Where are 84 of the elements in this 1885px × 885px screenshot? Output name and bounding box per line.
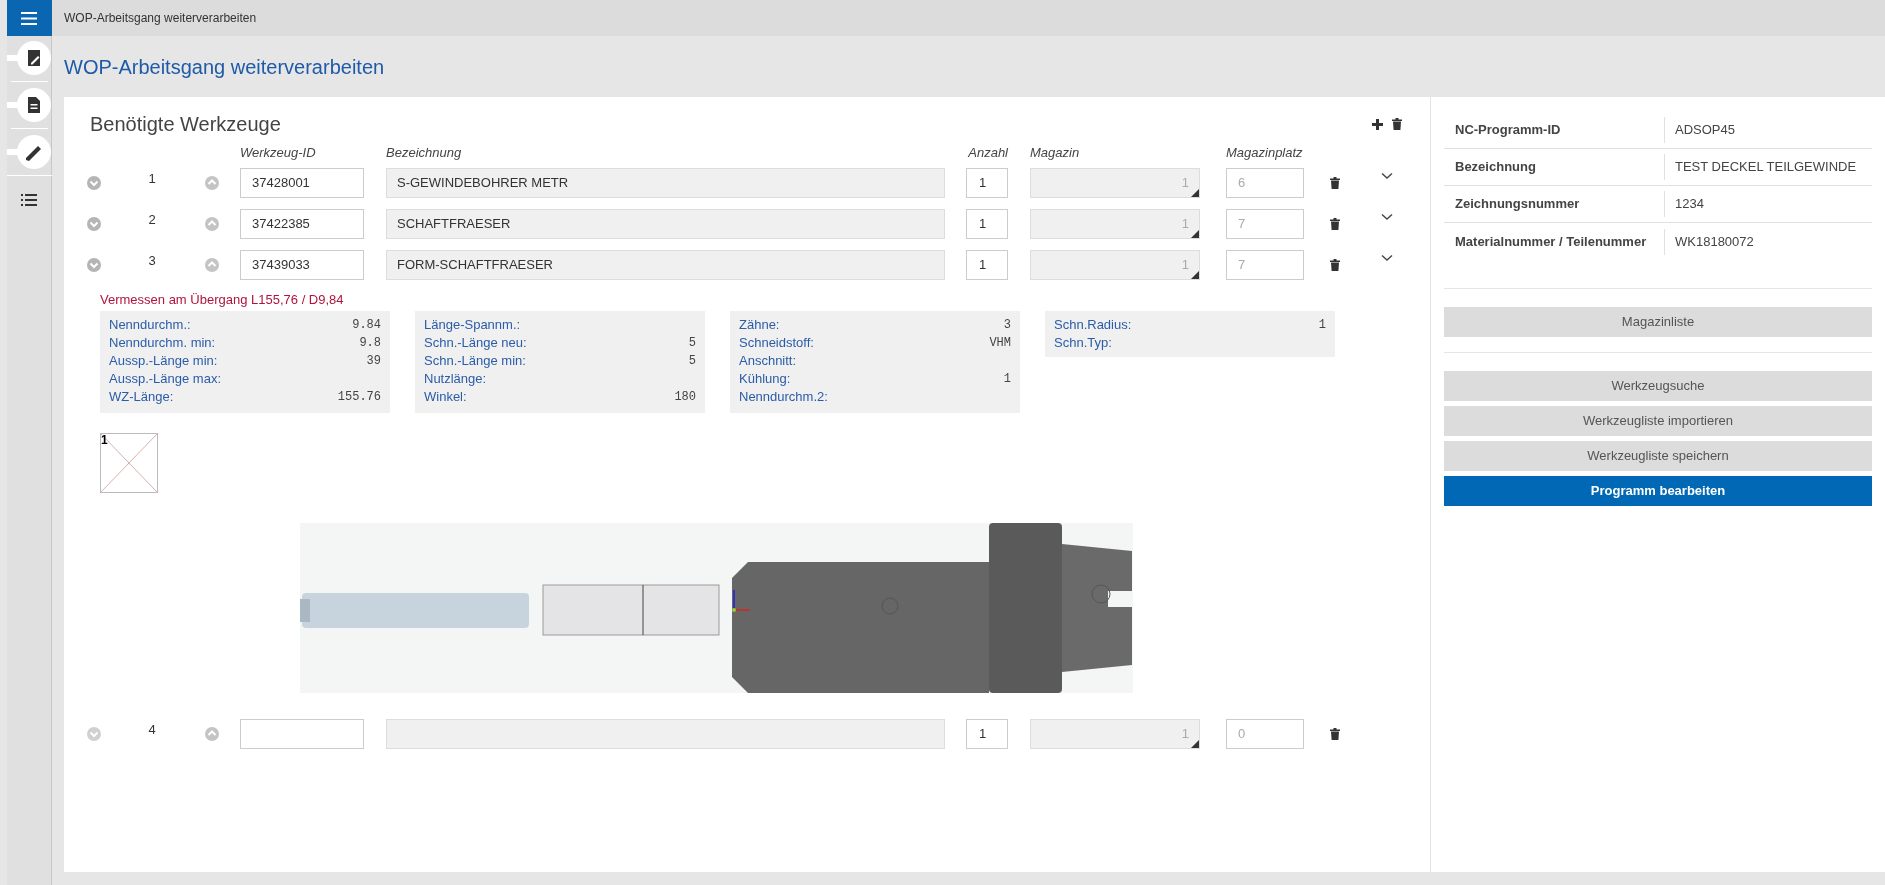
detail-value: 9.84: [352, 317, 381, 334]
row-number: 3: [148, 251, 156, 270]
list-icon[interactable]: [21, 194, 37, 206]
delete-icon[interactable]: [1330, 176, 1340, 189]
info-value: TEST DECKEL TEILGEWINDE: [1675, 158, 1857, 177]
detail-value: 5: [688, 335, 696, 352]
detail-value: 5: [688, 353, 696, 370]
detail-label: Schn.Typ:: [1054, 334, 1112, 353]
info-label: Bezeichnung: [1455, 158, 1536, 177]
info-value: ADSOP45: [1675, 121, 1735, 140]
add-icon[interactable]: [1372, 118, 1383, 130]
action-button[interactable]: Programm bearbeiten: [1444, 476, 1872, 506]
name-field[interactable]: [386, 718, 945, 749]
detail-label: Schneidstoff:: [739, 334, 814, 353]
action-button[interactable]: Werkzeugsuche: [1444, 371, 1872, 401]
action-button[interactable]: Werkzeugliste speichern: [1444, 441, 1872, 471]
detail-value: 180: [674, 389, 696, 406]
detail-label: Nutzlänge:: [424, 370, 487, 389]
detail-label: Nenndurchm. min:: [109, 334, 216, 353]
delete-icon[interactable]: [1330, 727, 1340, 740]
column-header: Bezeichnung: [386, 144, 462, 160]
document-icon[interactable]: [6, 87, 52, 123]
chevron-down-icon[interactable]: [1381, 213, 1393, 220]
tool-id-field[interactable]: [240, 718, 364, 749]
detail-value: 39: [366, 353, 381, 370]
column-header: Anzahl: [968, 144, 1008, 160]
action-button[interactable]: Magazinliste: [1444, 307, 1872, 337]
delete-icon[interactable]: [1330, 258, 1340, 271]
info-value: WK18180072: [1675, 232, 1754, 251]
section-title: Benötigte Werkzeuge: [90, 112, 281, 137]
detail-label: WZ-Länge:: [109, 388, 174, 407]
edit-document-icon[interactable]: [6, 40, 52, 76]
info-label: Zeichnungsnummer: [1455, 195, 1580, 214]
info-label: NC-Programm-ID: [1455, 121, 1561, 140]
detail-label: Zähne:: [739, 316, 780, 335]
tool-id-field[interactable]: 37422385: [240, 208, 364, 239]
delete-icon[interactable]: [1392, 118, 1402, 130]
chevron-down-icon[interactable]: [1381, 254, 1393, 261]
delete-icon[interactable]: [1330, 217, 1340, 230]
row-number: 1: [148, 169, 156, 188]
detail-value: 1: [1003, 371, 1011, 388]
count-field[interactable]: 1: [966, 167, 1008, 198]
detail-label: Schn.-Länge min:: [424, 352, 526, 371]
name-field[interactable]: SCHAFTFRAESER: [386, 208, 945, 239]
detail-label: Winkel:: [424, 388, 467, 407]
action-button[interactable]: Werkzeugliste importieren: [1444, 406, 1872, 436]
detail-label: Schn.Radius:: [1054, 316, 1132, 335]
row-number: 4: [148, 720, 156, 739]
detail-value: 1: [1318, 317, 1326, 334]
detail-label: Länge-Spannm.:: [424, 316, 521, 335]
detail-label: Aussp.-Länge max:: [109, 370, 221, 389]
menu-icon: [21, 11, 37, 25]
detail-label: Nenndurchm.2:: [739, 388, 828, 407]
detail-value: 3: [1003, 317, 1011, 334]
page-title: WOP-Arbeitsgang weiterverarbeiten: [64, 54, 385, 80]
detail-value: VHM: [989, 335, 1011, 352]
name-field[interactable]: S-GEWINDEBOHRER METR: [386, 167, 945, 198]
count-field[interactable]: 1: [966, 208, 1008, 239]
count-field[interactable]: 1: [966, 249, 1008, 280]
row-number: 2: [148, 210, 156, 229]
breadcrumb-title: WOP-Arbeitsgang weiterverarbeiten: [64, 10, 257, 27]
tool-id-field[interactable]: 37439033: [240, 249, 364, 280]
detail-label: Schn.-Länge neu:: [424, 334, 527, 353]
info-label: Materialnummer / Teilenummer: [1455, 232, 1647, 251]
detail-label: Kühlung:: [739, 370, 791, 389]
thumbnail-number: 1: [101, 434, 108, 446]
column-header: Magazinplatz: [1226, 144, 1303, 160]
broken-image-icon: [101, 434, 157, 492]
image-thumbnail[interactable]: 1: [100, 433, 158, 493]
tool-id-field[interactable]: 37428001: [240, 167, 364, 198]
detail-label: Anschnitt:: [739, 352, 797, 371]
name-field[interactable]: FORM-SCHAFTFRAESER: [386, 249, 945, 280]
measurement-note: Vermessen am Übergang L155,76 / D9,84: [100, 291, 345, 308]
tool-icon[interactable]: [6, 134, 52, 170]
column-header: Magazin: [1030, 144, 1080, 160]
detail-value: 155.76: [337, 389, 381, 406]
count-field[interactable]: 1: [966, 718, 1008, 749]
menu-button[interactable]: [6, 0, 52, 36]
detail-label: Aussp.-Länge min:: [109, 352, 218, 371]
detail-value: 9.8: [359, 335, 381, 352]
column-header: Werkzeug-ID: [240, 144, 316, 160]
detail-label: Nenndurchm.:: [109, 316, 191, 335]
chevron-down-icon[interactable]: [1381, 172, 1393, 179]
info-value: 1234: [1675, 195, 1704, 214]
